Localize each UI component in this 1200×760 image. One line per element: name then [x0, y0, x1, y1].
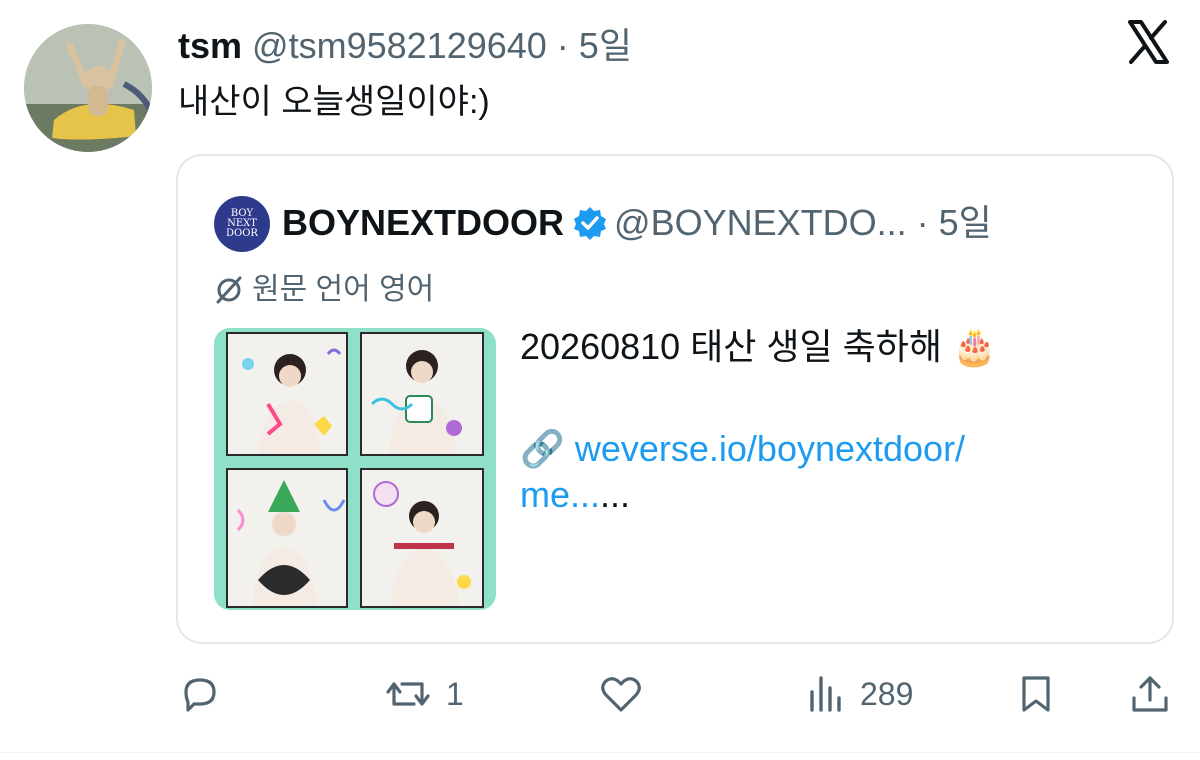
quote-meta-separator: ·: [906, 202, 939, 243]
reply-icon: [184, 678, 216, 712]
avatar-image: [24, 24, 152, 152]
like-icon: [601, 677, 641, 712]
quote-link-continued[interactable]: me...: [520, 474, 600, 515]
action-bar: 1 289: [0, 660, 1200, 730]
views-icon: [810, 676, 841, 712]
translate-icon: [216, 276, 242, 304]
retweet-count: 1: [446, 675, 464, 712]
bookmark-button[interactable]: [1016, 670, 1056, 718]
views-button[interactable]: 289: [806, 670, 913, 718]
tweet-header: tsm @tsm95821296​40 · 5일: [178, 24, 632, 68]
quote-text-line: 20260810 태산 생일 축하해: [520, 326, 943, 367]
photo-panel: [226, 332, 348, 456]
quote-avatar[interactable]: BOY NEXT DOOR: [214, 196, 270, 252]
link-emoji: 🔗: [520, 428, 565, 469]
bottom-divider: [0, 752, 1200, 753]
quote-link[interactable]: weverse.io/boynextdoor/: [575, 428, 965, 469]
quote-avatar-logo-text: BOY NEXT DOOR: [226, 208, 258, 239]
user-handle[interactable]: @tsm95821296​40: [252, 25, 547, 66]
quote-display-name[interactable]: BOYNEXTDOOR: [282, 202, 564, 243]
bookmark-icon: [1022, 676, 1050, 712]
translation-note[interactable]: 원문 언어 영어: [214, 268, 434, 312]
tweet-timestamp[interactable]: 5일: [579, 25, 632, 66]
views-count: 289: [860, 675, 914, 712]
share-icon: [1132, 676, 1168, 712]
meta-separator: ·: [546, 25, 579, 66]
photo-panel: [360, 332, 484, 456]
retweet-button[interactable]: 1: [384, 670, 464, 718]
quote-timestamp[interactable]: 5일: [939, 202, 992, 243]
verified-badge-icon: [574, 207, 607, 240]
photo-panel: [226, 468, 348, 608]
translation-label: 원문 언어 영어: [252, 273, 435, 306]
quote-header: BOYNEXTDOOR @BOYNEXTDO... · 5일: [282, 198, 992, 248]
quote-handle[interactable]: @BOYNEXTDO...: [614, 202, 907, 243]
x-logo-icon[interactable]: [1124, 18, 1172, 66]
quote-tweet-card[interactable]: BOY NEXT DOOR BOYNEXTDOOR @BOYNEXTDO... …: [176, 154, 1174, 644]
photo-panel: [360, 468, 484, 608]
quote-media-thumbnail[interactable]: [214, 328, 496, 610]
like-button[interactable]: [598, 670, 658, 718]
quote-ellipsis: ...: [600, 474, 631, 515]
tweet-text: 내산이 오늘생일이야:): [178, 83, 490, 121]
user-avatar[interactable]: [24, 24, 152, 152]
share-button[interactable]: [1128, 670, 1172, 718]
reply-button[interactable]: [178, 670, 236, 718]
display-name[interactable]: tsm: [178, 25, 242, 66]
cake-emoji: 🎂: [952, 326, 997, 367]
quote-text: 20260810 태산 생일 축하해 🎂 🔗 weverse.io/boynex…: [520, 324, 1140, 518]
retweet-icon: [386, 682, 430, 706]
